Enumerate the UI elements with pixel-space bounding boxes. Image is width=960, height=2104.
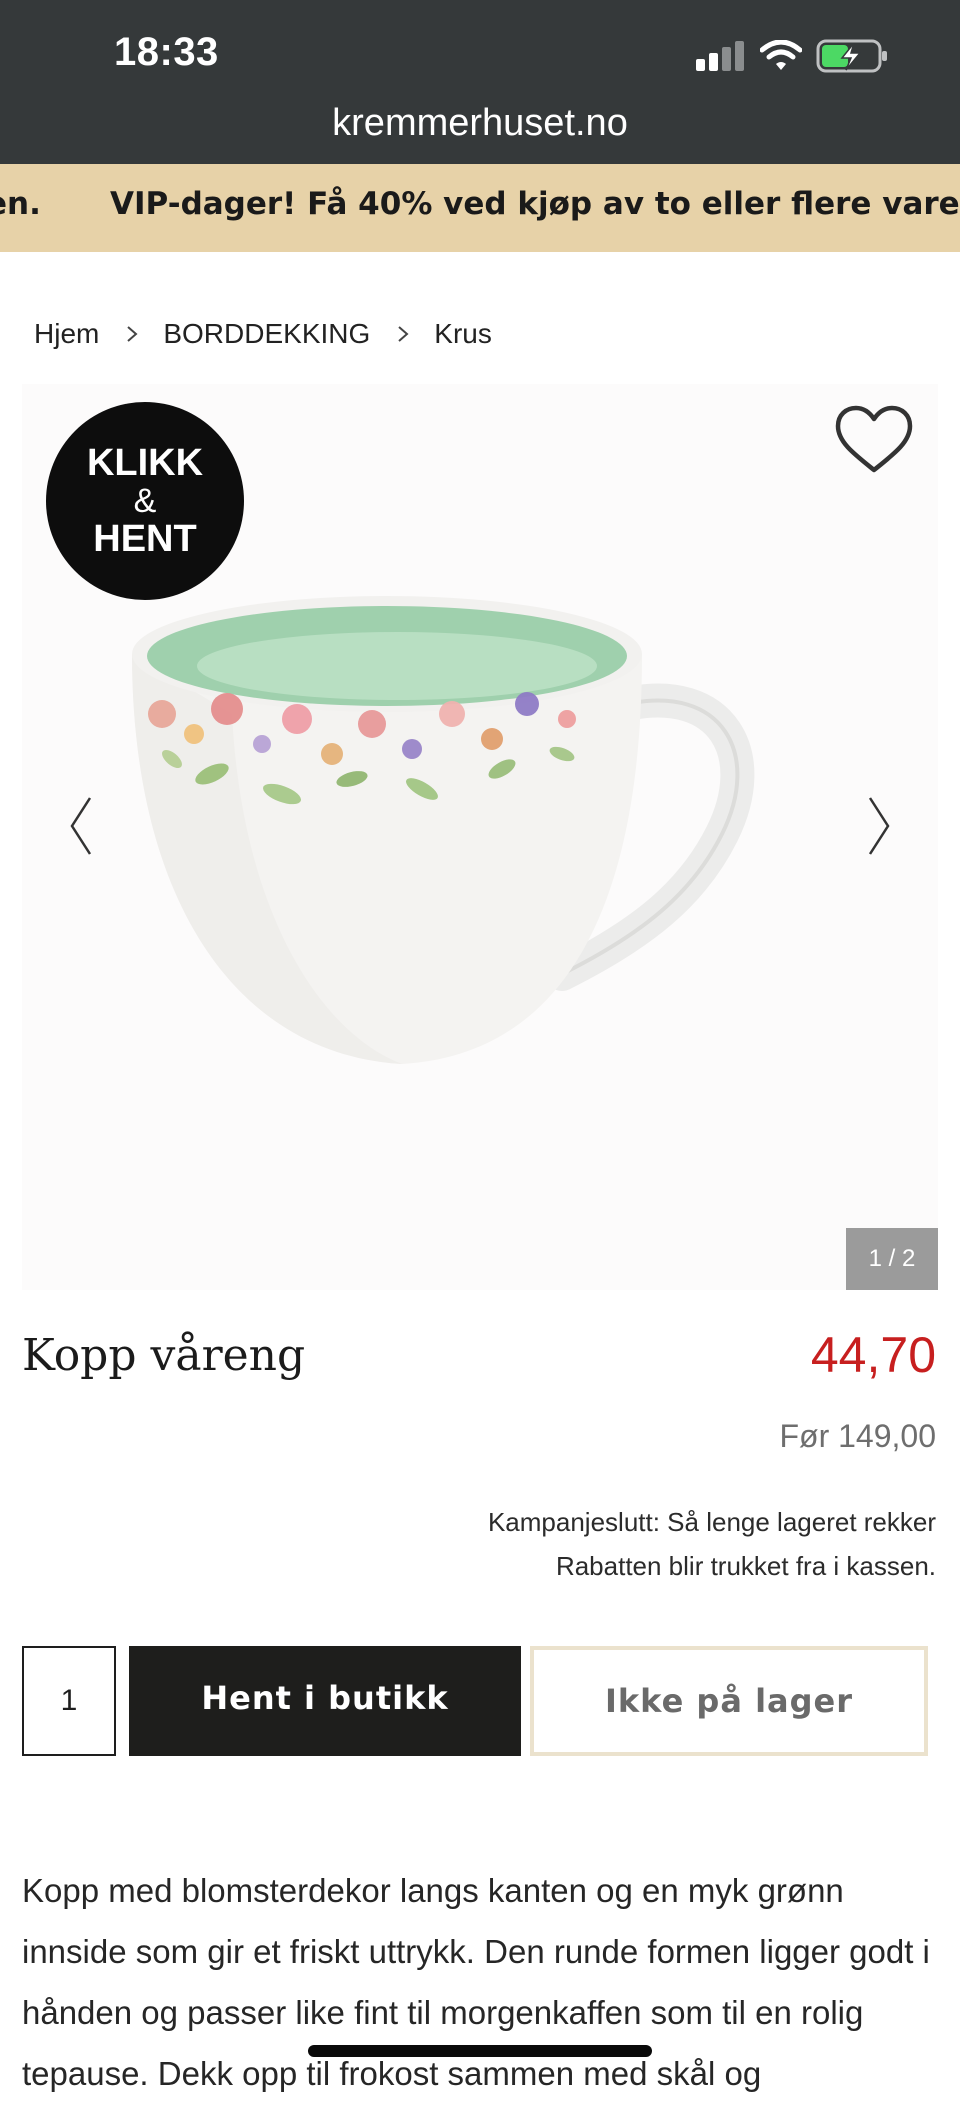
wifi-icon [760, 40, 802, 70]
badge-line-2: & [133, 482, 157, 520]
battery-charging-icon [816, 39, 887, 73]
product-title: Kopp våreng [22, 1330, 306, 1381]
status-time: 18:33 [114, 30, 219, 74]
previous-image-arrow-icon[interactable] [66, 794, 96, 858]
quantity-field[interactable]: 1 [22, 1646, 116, 1756]
badge-line-3: HENT [93, 518, 197, 560]
breadcrumb-current[interactable]: Krus [434, 318, 492, 350]
status-icons [696, 38, 888, 74]
pickup-in-store-button[interactable]: Hent i butikk [129, 1646, 521, 1756]
product-image-gallery[interactable]: KLIKK & HENT 1 / 2 [22, 384, 938, 1290]
browser-status-bar: 18:33 kremmerhuset.no [0, 0, 960, 164]
product-old-price: Før 149,00 [779, 1418, 936, 1454]
breadcrumb-home[interactable]: Hjem [34, 318, 99, 350]
product-price: 44,70 [810, 1327, 936, 1383]
product-image-cup [132, 596, 755, 1064]
chevron-right-icon [127, 326, 138, 342]
favorite-heart-icon[interactable] [834, 404, 914, 476]
signal-icon [696, 41, 744, 71]
product-description: Kopp med blomsterdekor langs kanten og e… [22, 1872, 930, 2092]
out-of-stock-button[interactable]: Ikke på lager [530, 1646, 928, 1756]
image-counter: 1 / 2 [846, 1228, 938, 1290]
badge-line-1: KLIKK [86, 442, 204, 484]
click-collect-badge: KLIKK & HENT [46, 402, 244, 600]
breadcrumb-category[interactable]: BORDDEKKING [163, 318, 370, 350]
promo-banner[interactable]: en. VIP-dager! Få 40% ved kjøp av to ell… [0, 164, 960, 252]
campaign-end-text: Kampanjeslutt: Så lenge lageret rekker [487, 1507, 936, 1537]
chevron-right-icon [398, 326, 409, 342]
discount-note: Rabatten blir trukket fra i kassen. [555, 1551, 936, 1581]
promo-text: VIP-dager! Få 40% ved kjøp av to eller f… [110, 186, 960, 222]
home-indicator[interactable] [308, 2045, 652, 2057]
breadcrumb: Hjem BORDDEKKING Krus [34, 318, 492, 350]
next-image-arrow-icon[interactable] [864, 794, 894, 858]
campaign-info: Kampanjeslutt: Så lenge lageret rekker R… [488, 1500, 936, 1588]
promo-text-prev: en. [0, 186, 41, 222]
address-bar-url[interactable]: kremmerhuset.no [0, 102, 960, 145]
